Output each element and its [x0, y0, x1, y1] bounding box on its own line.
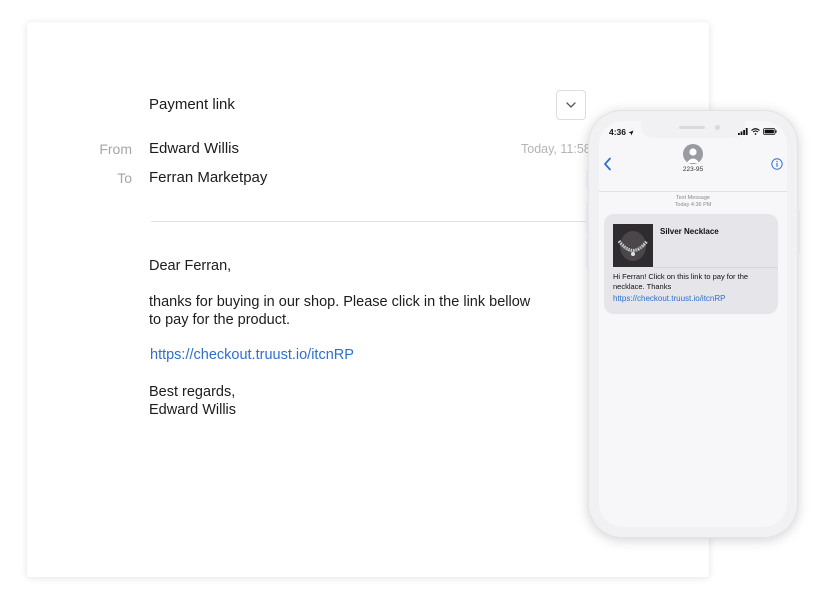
payment-link[interactable]: https://checkout.truust.io/itcnRP [150, 346, 354, 364]
chevron-down-icon [566, 102, 576, 108]
expand-button[interactable] [556, 90, 586, 120]
phone-volume-down [586, 238, 589, 268]
camera [715, 125, 720, 130]
message-meta: Text Message Today 4:36 PM [599, 195, 787, 209]
phone-notch [641, 121, 745, 138]
stage: Payment link From Edward Willis Today, 1… [0, 0, 834, 595]
phone-power-button [797, 210, 800, 254]
header-divider [151, 221, 621, 222]
email-signature: Edward Willis [149, 402, 237, 418]
contact-avatar-icon[interactable] [683, 144, 703, 164]
status-icons [738, 128, 777, 135]
from-value[interactable]: Edward Willis [149, 140, 239, 157]
location-arrow-icon [628, 130, 634, 136]
message-text: Hi Ferran! Click on this link to pay for… [613, 272, 749, 291]
signal-icon [738, 128, 748, 135]
person-silhouette-icon [686, 148, 700, 163]
phone-mockup: 4:36 223-95 Text Message Today 4:36 PM S… [586, 110, 800, 538]
phone-volume-up [586, 202, 589, 232]
wifi-icon [751, 128, 760, 135]
message-link[interactable]: https://checkout.truust.io/itcnRP [613, 294, 726, 303]
contact-name: 223-95 [682, 166, 704, 173]
phone-mute-switch [586, 170, 589, 188]
email-timestamp: Today, 11:58 [521, 142, 591, 156]
phone-screen: 4:36 223-95 Text Message Today 4:36 PM S… [599, 121, 787, 527]
to-value[interactable]: Ferran Marketpay [149, 169, 267, 186]
status-time: 4:36 [609, 127, 634, 137]
battery-icon [763, 128, 777, 135]
message-time: Today 4:36 PM [674, 202, 712, 208]
card-title: Silver Necklace [660, 227, 719, 236]
email-closing: Best regards, [149, 384, 236, 400]
message-type: Text Message [676, 195, 710, 201]
info-icon[interactable] [771, 158, 783, 170]
status-time-text: 4:36 [609, 127, 627, 137]
messages-nav-bar: 223-95 [599, 139, 787, 192]
email-greeting: Dear Ferran, [149, 258, 232, 274]
to-label: To [117, 170, 132, 186]
from-label: From [99, 141, 132, 157]
email-body-line-2: to pay for the product. [149, 312, 291, 328]
speaker [679, 126, 705, 129]
email-subject: Payment link [149, 96, 235, 113]
card-divider [653, 267, 778, 268]
email-body-line-1: thanks for buying in our shop. Please cl… [149, 294, 531, 310]
message-bubble[interactable]: Silver Necklace Hi Ferran! Click on this… [604, 214, 778, 314]
necklace-thumbnail[interactable] [613, 224, 653, 267]
necklace-image-icon [613, 224, 653, 267]
